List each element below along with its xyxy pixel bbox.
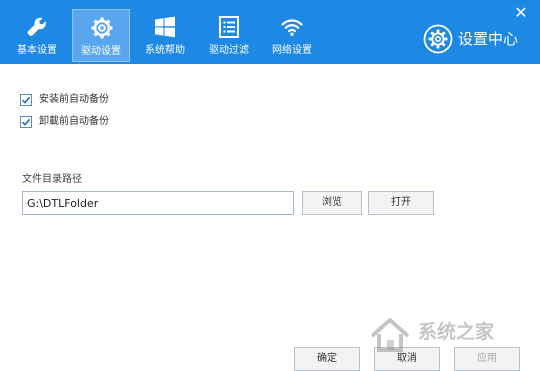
tab-basic-settings[interactable]: 基本设置 — [8, 9, 66, 62]
open-button[interactable]: 打开 — [368, 191, 434, 215]
tab-label: 网络设置 — [272, 45, 312, 56]
tab-label: 系统帮助 — [145, 45, 185, 56]
watermark-logo: 系统之家 — [368, 312, 536, 356]
backup-before-install-label: 安装前自动备份 — [39, 94, 109, 105]
close-icon: ✕ — [514, 3, 528, 22]
wifi-icon — [281, 19, 303, 36]
title-bar: 基本设置 驱动设置 系统帮助 驱动过滤 网络设置 设置中心 ✕ — [0, 0, 540, 64]
ok-button[interactable]: 确定 — [294, 347, 360, 371]
backup-before-install-checkbox[interactable] — [20, 94, 32, 106]
gear-icon — [91, 17, 113, 39]
windows-logo-icon — [155, 16, 175, 38]
house-logo-icon — [370, 317, 410, 352]
browse-button[interactable]: 浏览 — [302, 191, 362, 215]
tab-driver-filter[interactable]: 驱动过滤 — [200, 9, 258, 62]
tab-label: 驱动过滤 — [209, 45, 249, 56]
directory-path-label: 文件目录路径 — [22, 174, 82, 185]
tab-label: 基本设置 — [17, 45, 57, 56]
tab-network-settings[interactable]: 网络设置 — [263, 9, 321, 62]
directory-path-input[interactable] — [22, 191, 294, 215]
list-icon — [219, 16, 239, 38]
backup-before-uninstall-checkbox[interactable] — [20, 116, 32, 128]
tab-system-help[interactable]: 系统帮助 — [136, 9, 194, 62]
backup-before-uninstall-label: 卸載前自动备份 — [39, 116, 109, 127]
check-mark-icon — [21, 96, 31, 104]
wrench-icon — [27, 17, 46, 36]
check-mark-icon — [21, 118, 31, 126]
tab-label: 驱动设置 — [81, 46, 121, 57]
tab-driver-settings[interactable]: 驱动设置 — [72, 9, 130, 62]
brand-title: 设置中心 — [458, 30, 519, 48]
watermark-text: 系统之家 — [418, 321, 495, 343]
settings-gear-icon — [423, 24, 453, 54]
close-button[interactable]: ✕ — [512, 4, 530, 22]
